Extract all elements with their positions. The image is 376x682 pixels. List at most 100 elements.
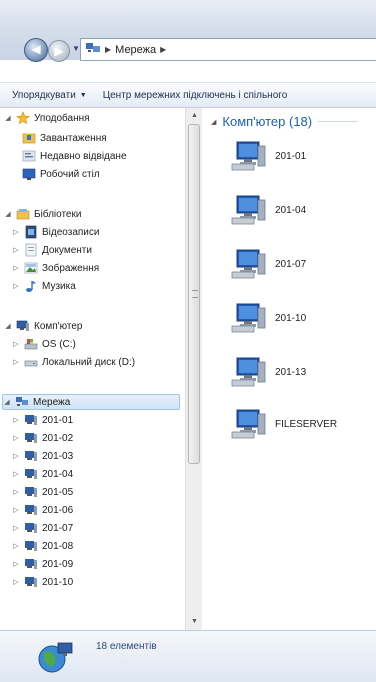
tree-item-drive-c[interactable]: ▷ OS (C:) — [12, 336, 76, 352]
computer-item[interactable]: FILESERVER — [231, 404, 337, 444]
tree-item-music[interactable]: ▷ Музика — [12, 278, 76, 294]
tree-label: Уподобання — [34, 112, 90, 124]
network-center-button[interactable]: Центр мережних підключень і спільного — [95, 90, 296, 101]
computer-item[interactable]: 201-13 — [231, 352, 306, 392]
tree-label: 201-05 — [42, 486, 74, 498]
computer-name: FILESERVER — [275, 418, 338, 430]
computer-item[interactable]: 201-04 — [231, 190, 306, 230]
collapsed-arrow-icon[interactable]: ▷ — [12, 560, 20, 568]
tree-item-desktop[interactable]: Робочий стіл — [22, 166, 100, 182]
tree-item-network-pc[interactable]: ▷ 201-05 — [12, 484, 73, 500]
tree-computer[interactable]: ◢ Комп'ютер — [4, 318, 82, 334]
organize-button[interactable]: Упорядкувати ▼ — [0, 90, 95, 101]
tree-item-network-pc[interactable]: ▷ 201-06 — [12, 502, 73, 518]
breadcrumb-chevron-icon[interactable]: ▶ — [160, 45, 166, 54]
tree-item-network-pc[interactable]: ▷ 201-04 — [12, 466, 73, 482]
tree-item-network-pc[interactable]: ▷ 201-10 — [12, 574, 73, 590]
star-icon — [16, 111, 30, 125]
network-computer-icon — [231, 300, 267, 337]
computer-item[interactable]: 201-07 — [231, 244, 306, 284]
collapsed-arrow-icon[interactable]: ▷ — [12, 452, 20, 460]
computer-item[interactable]: 201-10 — [231, 298, 306, 338]
history-dropdown-icon[interactable]: ▼ — [72, 44, 80, 53]
chevron-down-icon: ▼ — [79, 91, 87, 99]
system-drive-icon — [24, 337, 38, 351]
tree-label: 201-10 — [42, 576, 74, 588]
tree-item-drive-d[interactable]: ▷ Локальний диск (D:) — [12, 354, 135, 370]
tree-label: Музика — [42, 280, 76, 292]
collapsed-arrow-icon[interactable]: ▷ — [12, 246, 20, 254]
collapsed-arrow-icon[interactable]: ▷ — [12, 340, 20, 348]
network-computer-icon — [24, 413, 38, 427]
computer-icon — [16, 319, 30, 333]
music-icon — [24, 279, 38, 293]
recent-places-icon — [22, 149, 36, 163]
network-computer-icon — [24, 503, 38, 517]
scroll-thumb[interactable] — [188, 124, 200, 464]
tree-item-network-pc[interactable]: ▷ 201-02 — [12, 430, 73, 446]
network-computer-icon — [231, 192, 267, 229]
collapsed-arrow-icon[interactable]: ▷ — [12, 358, 20, 366]
tree-label: 201-07 — [42, 522, 74, 534]
computer-name: 201-13 — [275, 366, 307, 378]
tree-item-documents[interactable]: ▷ Документи — [12, 242, 92, 258]
tree-label: 201-08 — [42, 540, 74, 552]
collapsed-arrow-icon[interactable]: ▷ — [12, 228, 20, 236]
network-computer-icon — [24, 557, 38, 571]
forward-button[interactable]: ▶ — [48, 40, 70, 62]
computer-item[interactable]: 201-01 — [231, 136, 306, 176]
collapse-group-icon[interactable]: ◢ — [211, 118, 216, 126]
tree-label: Комп'ютер — [34, 320, 83, 332]
tree-item-recent[interactable]: Недавно відвідане — [22, 148, 127, 164]
breadcrumb-network[interactable]: Мережа — [115, 44, 156, 56]
tree-label: OS (C:) — [42, 338, 76, 350]
tree-favorites[interactable]: ◢ Уподобання — [4, 110, 90, 126]
group-divider — [318, 121, 359, 122]
tree-label: 201-02 — [42, 432, 74, 444]
collapsed-arrow-icon[interactable]: ▷ — [12, 282, 20, 290]
collapsed-arrow-icon[interactable]: ▷ — [12, 542, 20, 550]
computer-name: 201-01 — [275, 150, 307, 162]
collapsed-arrow-icon[interactable]: ▷ — [12, 416, 20, 424]
network-computer-icon — [24, 449, 38, 463]
address-bar[interactable]: ▶ Мережа ▶ — [80, 38, 376, 61]
tree-libraries[interactable]: ◢ Бібліотеки — [4, 206, 81, 222]
back-button[interactable]: ◀ — [24, 38, 48, 62]
collapsed-arrow-icon[interactable]: ▷ — [12, 488, 20, 496]
scroll-down-icon[interactable]: ▼ — [186, 614, 203, 630]
scroll-up-icon[interactable]: ▲ — [186, 108, 203, 124]
tree-item-network-pc[interactable]: ▷ 201-07 — [12, 520, 73, 536]
collapsed-arrow-icon[interactable]: ▷ — [12, 470, 20, 478]
tree-item-pictures[interactable]: ▷ Зображення — [12, 260, 99, 276]
desktop-icon — [22, 167, 36, 181]
collapsed-arrow-icon[interactable]: ▷ — [12, 524, 20, 532]
collapsed-arrow-icon[interactable]: ▷ — [12, 578, 20, 586]
computer-name: 201-10 — [275, 312, 307, 324]
navigation-scrollbar[interactable]: ▲ ▼ — [185, 108, 202, 630]
content-pane: ◢ Комп'ютер (18) 201-01 201-04 201-07 20… — [203, 108, 376, 630]
tree-item-videos[interactable]: ▷ Відеозаписи — [12, 224, 99, 240]
computer-name: 201-07 — [275, 258, 307, 270]
tree-label: Документи — [42, 244, 92, 256]
group-header-computers[interactable]: ◢ Комп'ютер (18) — [211, 114, 359, 129]
downloads-folder-icon — [22, 131, 36, 145]
collapsed-arrow-icon[interactable]: ▷ — [12, 434, 20, 442]
tree-item-network-pc[interactable]: ▷ 201-08 — [12, 538, 73, 554]
tree-label: Робочий стіл — [40, 168, 100, 180]
videos-icon — [24, 225, 38, 239]
tree-item-network-pc[interactable]: ▷ 201-09 — [12, 556, 73, 572]
expand-arrow-icon[interactable]: ◢ — [3, 398, 11, 406]
tree-item-downloads[interactable]: Завантаження — [22, 130, 107, 146]
tree-network[interactable]: ◢ Мережа — [2, 394, 180, 410]
network-computer-icon — [231, 138, 267, 175]
collapsed-arrow-icon[interactable]: ▷ — [12, 506, 20, 514]
tree-label: Зображення — [42, 262, 100, 274]
tree-item-network-pc[interactable]: ▷ 201-01 — [12, 412, 73, 428]
tree-item-network-pc[interactable]: ▷ 201-03 — [12, 448, 73, 464]
expand-arrow-icon[interactable]: ◢ — [4, 114, 12, 122]
expand-arrow-icon[interactable]: ◢ — [4, 210, 12, 218]
collapsed-arrow-icon[interactable]: ▷ — [12, 264, 20, 272]
tree-label: 201-01 — [42, 414, 74, 426]
expand-arrow-icon[interactable]: ◢ — [4, 322, 12, 330]
breadcrumb-chevron-icon[interactable]: ▶ — [105, 45, 111, 54]
